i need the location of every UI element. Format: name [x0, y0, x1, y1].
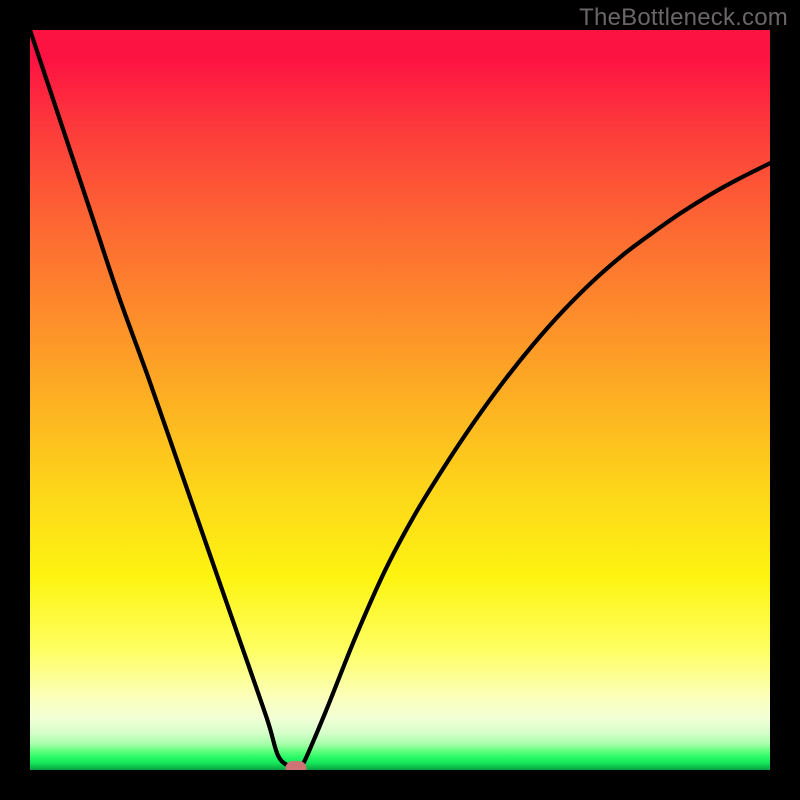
watermark-text: TheBottleneck.com: [579, 4, 788, 32]
bottleneck-curve: [30, 30, 770, 770]
optimum-marker: [286, 761, 307, 770]
chart-frame: TheBottleneck.com: [0, 0, 800, 800]
plot-area: [30, 30, 770, 770]
